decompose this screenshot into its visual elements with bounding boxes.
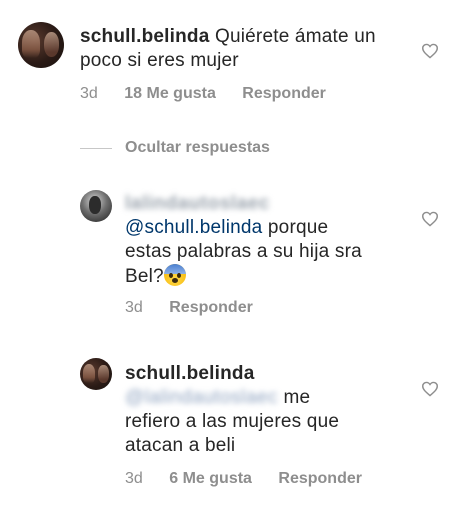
reply-2-mention[interactable]: @lalindautoslaec — [125, 386, 278, 410]
reply-1-body-3: Bel? — [125, 266, 164, 287]
comment-1-username[interactable]: schull.belinda — [80, 26, 210, 47]
hide-replies-label: Ocultar respuestas — [125, 139, 270, 156]
like-heart-icon[interactable] — [421, 381, 439, 397]
reply-1-text: lalindautoslaec @schull.belinda porque e… — [125, 192, 395, 289]
reply-1-body-2: estas palabras a su hija sra — [125, 241, 362, 262]
reply-2-body-3: atacan a beli — [125, 435, 236, 456]
comment-1-meta: 3d 18 Me gusta Responder — [80, 85, 326, 103]
reply-2-reply-button[interactable]: Responder — [278, 470, 362, 488]
reply-2-time: 3d — [125, 470, 143, 487]
reply-1-reply-button[interactable]: Responder — [169, 299, 253, 317]
hide-replies-button[interactable]: Ocultar respuestas — [125, 139, 270, 157]
comment-1-time: 3d — [80, 85, 98, 102]
like-heart-icon[interactable] — [421, 211, 439, 227]
comment-1-reply-button[interactable]: Responder — [242, 85, 326, 103]
comment-1-text: schull.belinda Quiérete ámate un poco si… — [80, 25, 390, 73]
fearful-face-emoji-icon — [163, 264, 186, 286]
like-heart-icon[interactable] — [421, 43, 439, 59]
comment-1-likes[interactable]: 18 Me gusta — [124, 85, 216, 103]
reply-1-mention[interactable]: @schull.belinda — [125, 217, 262, 238]
avatar-schull-belinda-reply[interactable] — [80, 358, 112, 390]
reply-2-likes[interactable]: 6 Me gusta — [169, 470, 252, 488]
reply-2-username[interactable]: schull.belinda — [125, 362, 395, 386]
reply-2-body-1: me — [283, 387, 311, 408]
reply-2-meta: 3d 6 Me gusta Responder — [125, 470, 362, 488]
reply-2-text: schull.belinda @lalindautoslaec me refie… — [125, 362, 395, 458]
avatar-schull-belinda[interactable] — [18, 22, 64, 68]
reply-1-body-1: porque — [267, 217, 329, 238]
hide-replies-line — [80, 148, 112, 149]
reply-1-time: 3d — [125, 299, 143, 316]
reply-1-username[interactable]: lalindautoslaec — [125, 192, 270, 216]
reply-2-body-2: refiero a las mujeres que — [125, 411, 340, 432]
avatar-reply-1[interactable] — [80, 190, 112, 222]
reply-1-meta: 3d Responder — [125, 299, 253, 317]
